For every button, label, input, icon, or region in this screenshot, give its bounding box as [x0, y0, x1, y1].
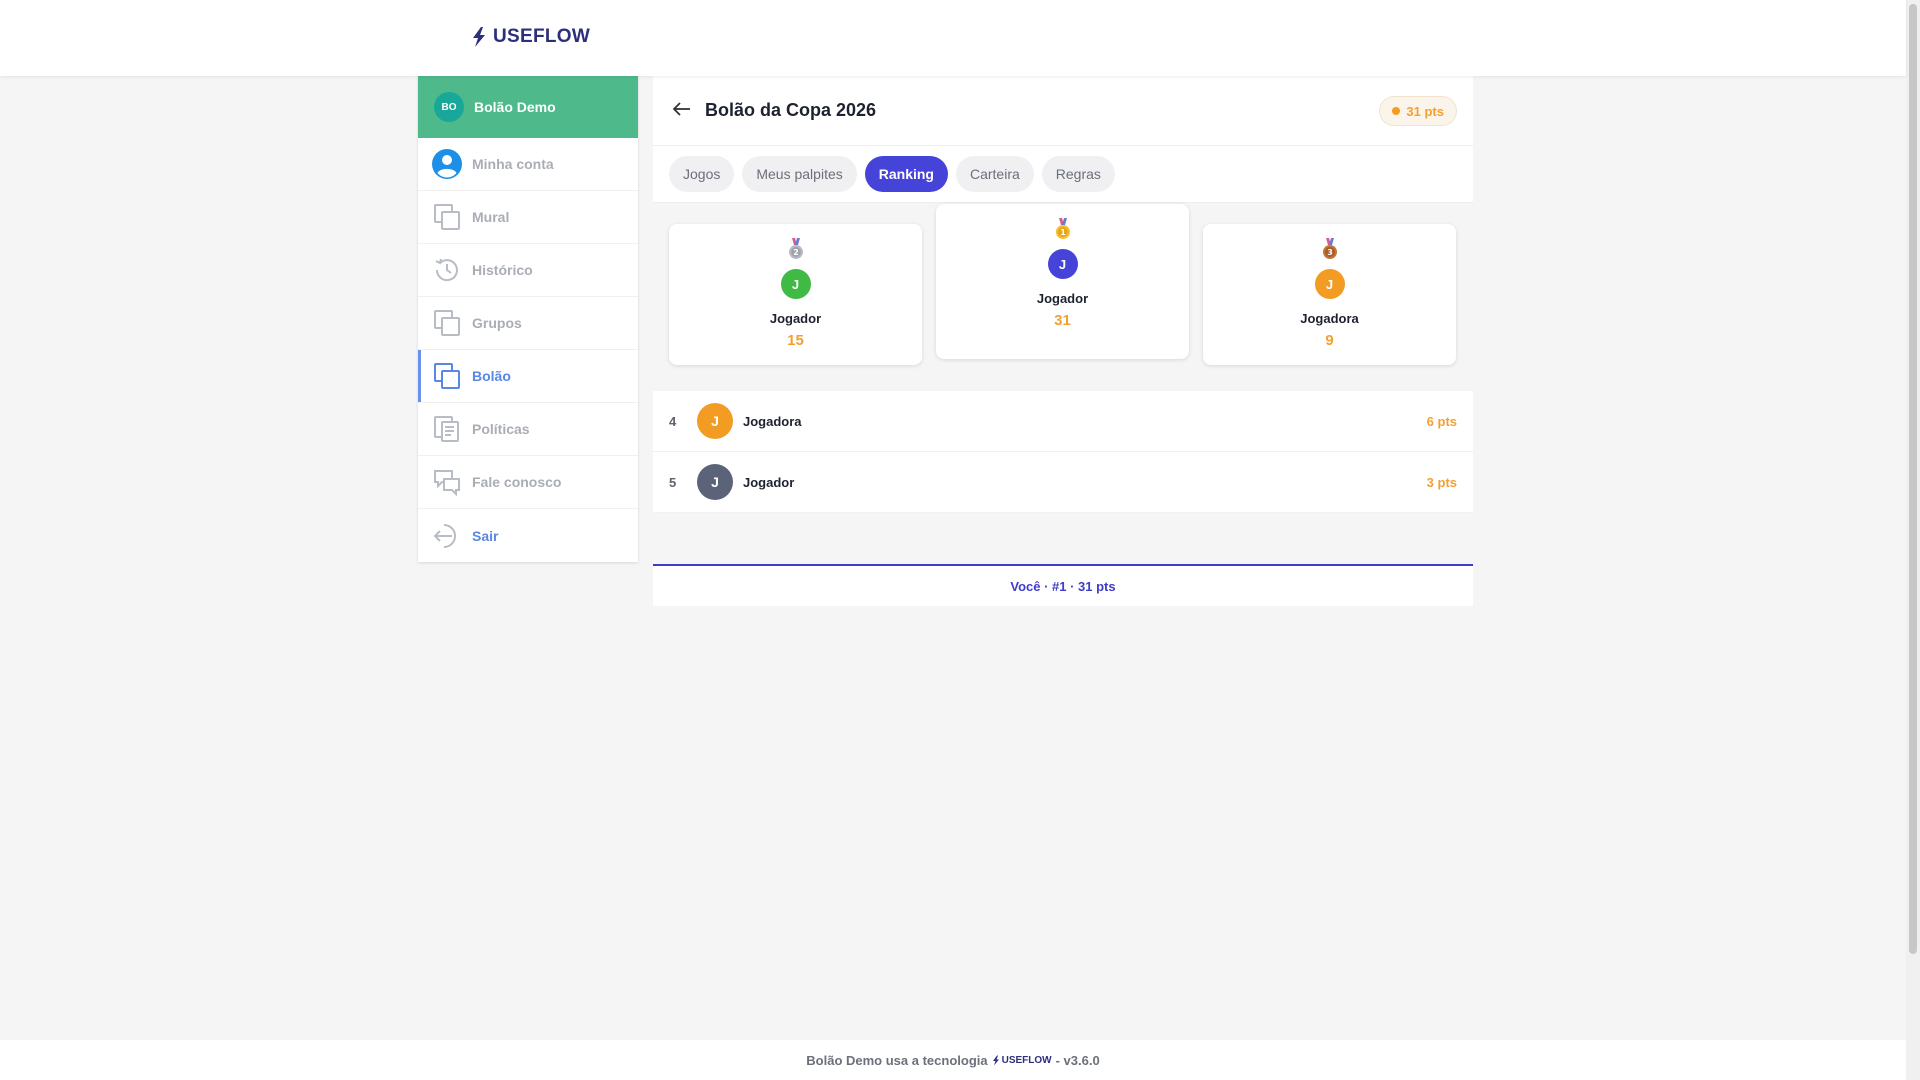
sidebar-item-minha-conta[interactable]: Minha conta [418, 138, 638, 191]
copy-icon [432, 361, 462, 391]
silver-medal-icon: 2 [788, 238, 804, 265]
player-score: 15 [787, 332, 804, 349]
logout-icon [432, 521, 462, 551]
chat-icon [432, 467, 462, 497]
footer-logo-text: USEFLOW [1001, 1054, 1052, 1066]
svg-text:1: 1 [1060, 228, 1066, 237]
points-badge-label: 31 pts [1406, 103, 1444, 119]
scrollbar-thumb[interactable] [1909, 4, 1917, 954]
avatar: J [1314, 269, 1345, 299]
sidebar-item-label: Grupos [472, 315, 522, 331]
top-header: USEFLOW [0, 0, 1906, 76]
sidebar-item-grupos[interactable]: Grupos [418, 297, 638, 350]
bronze-medal-icon: 3 [1322, 238, 1338, 265]
svg-text:3: 3 [1327, 248, 1333, 257]
sidebar-item-label: Minha conta [472, 156, 554, 172]
footer-logo[interactable]: USEFLOW [992, 1055, 1052, 1066]
sidebar-item-label: Políticas [472, 421, 530, 437]
sidebar-item-sair[interactable]: Sair [418, 509, 638, 562]
player-score: 31 [1054, 312, 1071, 329]
player-name: Jogador [769, 311, 822, 326]
bolt-icon [992, 1055, 999, 1065]
sidebar-item-label: Mural [472, 209, 510, 225]
player-points: 3 pts [1426, 474, 1457, 490]
sidebar-header-label: Bolão Demo [474, 99, 556, 115]
main-content: Bolão da Copa 2026 31 pts Jogos Meus pal… [653, 76, 1473, 1040]
points-badge: 31 pts [1379, 96, 1457, 126]
tabs: Jogos Meus palpites Ranking Carteira Reg… [653, 146, 1473, 203]
svg-text:2: 2 [793, 248, 799, 257]
sidebar-item-fale-conosco[interactable]: Fale conosco [418, 456, 638, 509]
tab-meus-palpites[interactable]: Meus palpites [742, 156, 857, 192]
avatar: J [697, 464, 733, 500]
player-score: 9 [1325, 332, 1334, 349]
table-row[interactable]: 4 J Jogadora 6 pts [653, 391, 1473, 452]
player-name: Jogador [1036, 291, 1089, 306]
sidebar-item-label: Sair [472, 527, 499, 544]
footer-version: - v3.6.0 [1055, 1052, 1100, 1068]
document-icon [432, 414, 462, 444]
gold-medal-icon: 1 [1055, 218, 1071, 245]
history-icon [432, 255, 462, 285]
ranking-list: 4 J Jogadora 6 pts 5 J Jogador 3 pts [653, 391, 1473, 513]
sidebar-item-politicas[interactable]: Políticas [418, 403, 638, 456]
sidebar-item-label: Bolão [472, 368, 511, 384]
avatar: J [780, 269, 811, 299]
sidebar: BO Bolão Demo Minha conta Mural Históric… [418, 76, 638, 562]
back-arrow-icon[interactable] [672, 99, 691, 122]
player-points: 6 pts [1426, 413, 1457, 429]
rank-position: 5 [669, 474, 677, 490]
copy-icon [432, 308, 462, 338]
podium-card-second[interactable]: 2 J Jogador 15 [669, 224, 922, 365]
user-circle-icon [432, 149, 462, 179]
avatar: J [1047, 249, 1078, 279]
useflow-logo[interactable]: USEFLOW [471, 26, 590, 48]
avatar: BO [434, 92, 464, 122]
coin-icon [1392, 107, 1401, 115]
page-title: Bolão da Copa 2026 [705, 100, 877, 120]
sidebar-item-label: Fale conosco [472, 474, 562, 490]
tab-regras[interactable]: Regras [1041, 156, 1115, 192]
table-row[interactable]: 5 J Jogador 3 pts [653, 452, 1473, 513]
title-bar: Bolão da Copa 2026 31 pts [653, 76, 1473, 146]
tab-ranking[interactable]: Ranking [864, 156, 948, 192]
avatar: J [697, 403, 733, 439]
player-name: Jogadora [1300, 311, 1359, 326]
sidebar-item-label: Histórico [472, 262, 533, 278]
bolt-icon [473, 27, 485, 47]
podium-card-third[interactable]: 3 J Jogadora 9 [1203, 224, 1456, 365]
sidebar-header[interactable]: BO Bolão Demo [418, 76, 638, 138]
player-name: Jogador [743, 474, 795, 490]
player-name: Jogadora [743, 413, 802, 429]
sidebar-item-mural[interactable]: Mural [418, 191, 638, 244]
tab-carteira[interactable]: Carteira [955, 156, 1034, 192]
footer: Bolão Demo usa a tecnologia USEFLOW - v3… [0, 1040, 1906, 1080]
podium-card-first[interactable]: 1 J Jogador 31 [936, 204, 1189, 359]
sidebar-item-bolao[interactable]: Bolão [418, 350, 638, 403]
tab-jogos[interactable]: Jogos [669, 156, 735, 192]
footer-text: Bolão Demo usa a tecnologia [806, 1052, 988, 1068]
podium: 2 J Jogador 15 1 J Jogador 31 3 J Jogado… [653, 203, 1473, 383]
logo-text: USEFLOW [493, 26, 591, 47]
sidebar-item-historico[interactable]: Histórico [418, 244, 638, 297]
copy-icon [432, 202, 462, 232]
rank-position: 4 [669, 413, 677, 429]
you-banner: Você · #1 · 31 pts [653, 564, 1473, 606]
page-scrollbar[interactable] [1906, 0, 1920, 1080]
